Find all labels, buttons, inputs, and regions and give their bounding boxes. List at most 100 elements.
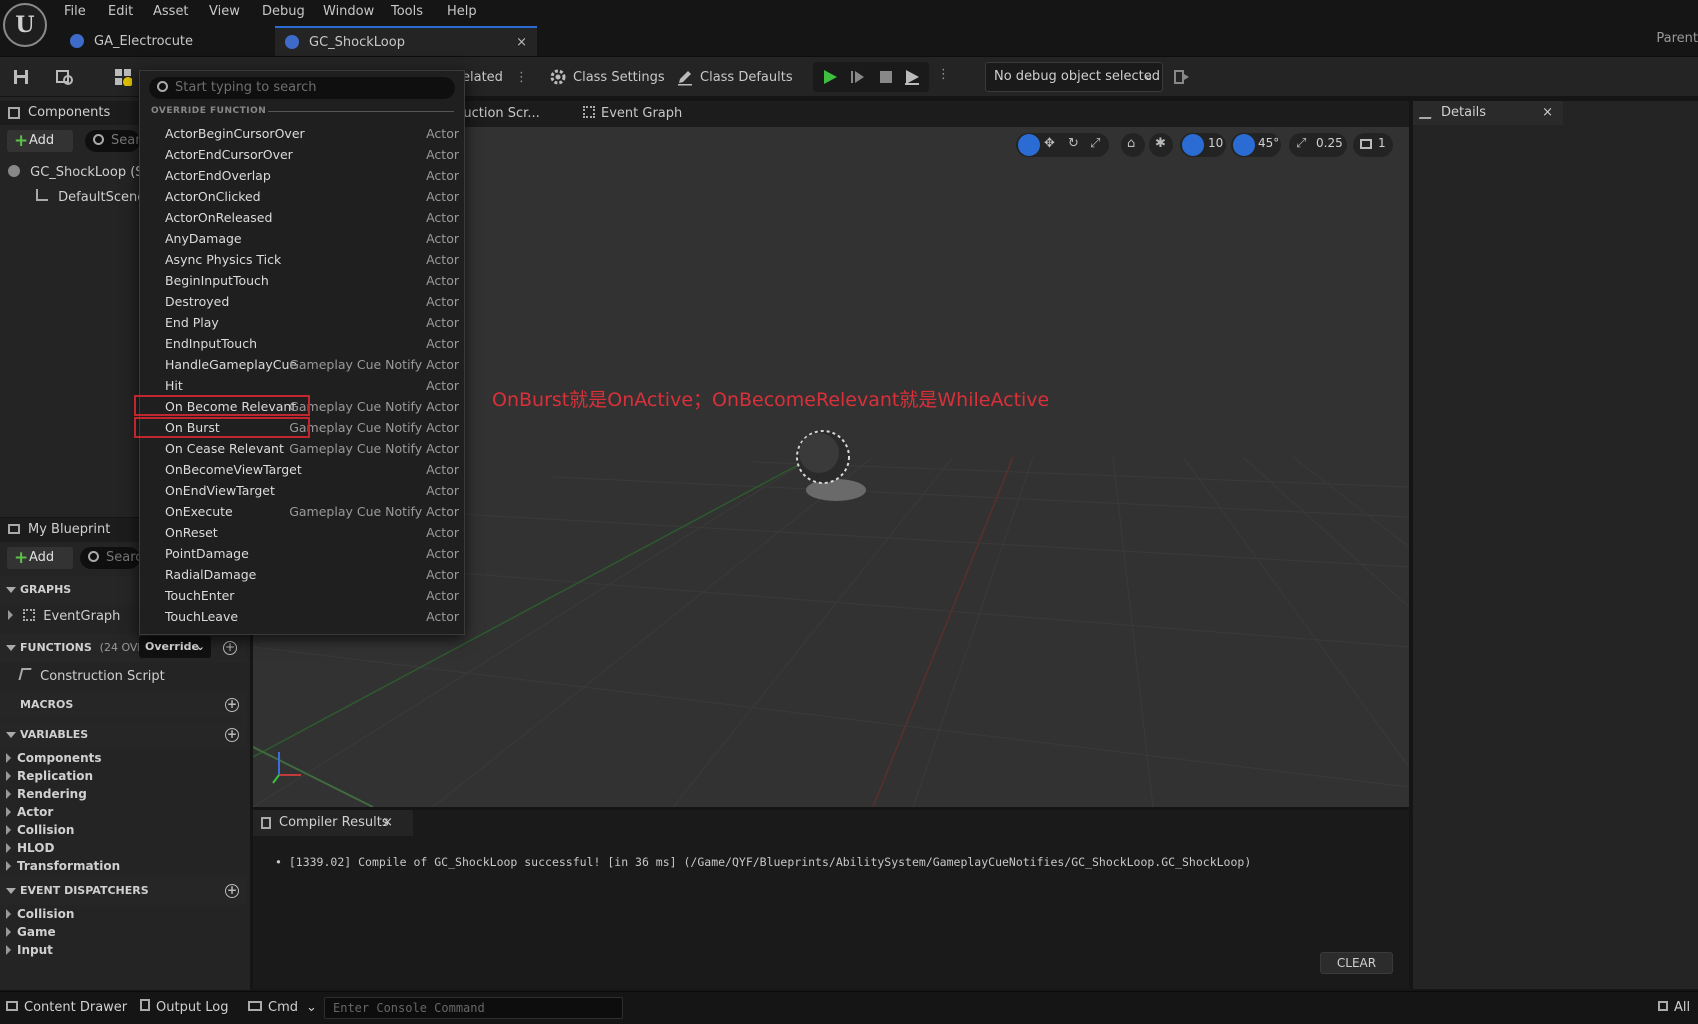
- override-function-item[interactable]: AnyDamage Actor: [140, 228, 464, 249]
- add-variable-icon[interactable]: +: [225, 728, 239, 742]
- menu-edit[interactable]: Edit: [108, 4, 133, 19]
- debug-filter-icon[interactable]: [1173, 68, 1191, 86]
- override-function-item[interactable]: TouchEnter Actor: [140, 585, 464, 606]
- override-function-item[interactable]: TouchLeave Actor: [140, 606, 464, 627]
- override-function-item[interactable]: OnEndViewTarget Actor: [140, 480, 464, 501]
- function-name: HandleGameplayCue: [165, 357, 298, 372]
- override-search-input[interactable]: Start typing to search: [149, 77, 455, 99]
- override-function-item[interactable]: EndInputTouch Actor: [140, 333, 464, 354]
- add-function-icon[interactable]: +: [223, 641, 237, 655]
- tab-construction-script[interactable]: ruction Scr...: [458, 106, 540, 121]
- more-options-icon[interactable]: ⋮: [515, 70, 528, 85]
- console-command-input[interactable]: Enter Console Command: [324, 997, 623, 1019]
- save-button[interactable]: [12, 63, 36, 91]
- cmd-dropdown[interactable]: Cmd ⌄: [248, 993, 317, 1022]
- select-mode-icon[interactable]: [1018, 134, 1040, 156]
- variable-category-rendering[interactable]: Rendering: [0, 785, 247, 803]
- menu-help[interactable]: Help: [447, 4, 477, 19]
- possess-icon[interactable]: [903, 68, 921, 86]
- debug-object-select[interactable]: No debug object selected ⌄: [985, 62, 1163, 92]
- close-icon[interactable]: ×: [1542, 101, 1553, 125]
- close-icon[interactable]: ×: [516, 35, 527, 50]
- details-tab[interactable]: Details ×: [1413, 101, 1563, 125]
- camera-speed-button[interactable]: 1: [1353, 133, 1393, 157]
- all-saved-button[interactable]: All S: [1658, 993, 1698, 1022]
- scale-icon[interactable]: ⤢: [1090, 136, 1100, 151]
- event-dispatchers-section-header[interactable]: EVENT DISPATCHERS +: [0, 877, 247, 905]
- function-category: Actor: [426, 147, 459, 162]
- tab-gc-shockloop[interactable]: GC_ShockLoop ×: [275, 26, 537, 56]
- override-function-item[interactable]: On Cease Relevant Gameplay Cue Notify Act…: [140, 438, 464, 459]
- component-child-item[interactable]: DefaultSceneR: [36, 189, 154, 205]
- rotate-icon[interactable]: ↻: [1068, 136, 1079, 151]
- add-macro-icon[interactable]: +: [225, 698, 239, 712]
- menu-tools[interactable]: Tools: [391, 4, 423, 19]
- my-blueprint-search-input[interactable]: Searc: [80, 547, 142, 569]
- components-search-input[interactable]: Sear: [85, 130, 141, 152]
- event-graph-item[interactable]: EventGraph: [8, 609, 120, 624]
- override-function-item[interactable]: Destroyed Actor: [140, 291, 464, 312]
- move-icon[interactable]: ✥: [1044, 136, 1055, 151]
- tab-ga-electrocute[interactable]: GA_Electrocute: [70, 26, 270, 56]
- find-related-button[interactable]: elated ⋮: [462, 63, 528, 91]
- menu-asset[interactable]: Asset: [153, 4, 189, 19]
- override-function-item[interactable]: End Play Actor: [140, 312, 464, 333]
- override-function-item[interactable]: ActorEndOverlap Actor: [140, 165, 464, 186]
- override-function-item[interactable]: OnReset Actor: [140, 522, 464, 543]
- override-function-item[interactable]: OnBecomeViewTarget Actor: [140, 459, 464, 480]
- functions-header-label: FUNCTIONS: [20, 641, 92, 654]
- variable-category-transformation[interactable]: Transformation: [0, 857, 247, 875]
- menu-debug[interactable]: Debug: [262, 4, 305, 19]
- override-function-item[interactable]: BeginInputTouch Actor: [140, 270, 464, 291]
- variable-category-components[interactable]: Components: [0, 749, 247, 767]
- override-function-item[interactable]: ActorEndCursorOver Actor: [140, 144, 464, 165]
- play-icon[interactable]: [821, 68, 839, 86]
- dispatcher-category-input[interactable]: Input: [0, 941, 247, 959]
- compiler-results-tab[interactable]: Compiler Results ×: [253, 810, 413, 836]
- close-icon[interactable]: ×: [382, 810, 393, 836]
- dispatcher-category-collision[interactable]: Collision: [0, 905, 247, 923]
- add-component-button[interactable]: + Add: [7, 130, 73, 152]
- grid-snap-button[interactable]: 10: [1180, 133, 1226, 157]
- menu-view[interactable]: View: [209, 4, 240, 19]
- macros-section-header[interactable]: MACROS +: [0, 691, 247, 719]
- menu-window[interactable]: Window: [323, 4, 374, 19]
- override-function-item[interactable]: ActorBeginCursorOver Actor: [140, 123, 464, 144]
- override-function-item[interactable]: Hit Actor: [140, 375, 464, 396]
- dispatcher-category-game[interactable]: Game: [0, 923, 247, 941]
- construction-script-item[interactable]: Construction Script: [18, 668, 165, 684]
- variable-category-replication[interactable]: Replication: [0, 767, 247, 785]
- clear-button[interactable]: CLEAR: [1320, 952, 1393, 974]
- override-function-item[interactable]: OnExecute Gameplay Cue Notify Actor: [140, 501, 464, 522]
- component-root-item[interactable]: GC_ShockLoop (Se: [8, 165, 152, 180]
- override-function-item[interactable]: PointDamage Actor: [140, 543, 464, 564]
- variable-category-collision[interactable]: Collision: [0, 821, 247, 839]
- stop-icon[interactable]: [877, 68, 895, 86]
- override-function-item[interactable]: ActorOnReleased Actor: [140, 207, 464, 228]
- add-dispatcher-icon[interactable]: +: [225, 884, 239, 898]
- rotation-snap-button[interactable]: 45°: [1231, 133, 1281, 157]
- variables-section-header[interactable]: VARIABLES +: [0, 721, 247, 749]
- scale-snap-button[interactable]: ⤢ 0.25: [1289, 133, 1347, 157]
- step-icon[interactable]: [849, 68, 867, 86]
- unreal-logo-icon[interactable]: U: [3, 3, 47, 47]
- override-function-item[interactable]: RadialDamage Actor: [140, 564, 464, 585]
- browse-button[interactable]: [56, 63, 80, 91]
- output-log-button[interactable]: Output Log: [140, 993, 229, 1022]
- menu-file[interactable]: File: [64, 4, 86, 19]
- content-drawer-button[interactable]: Content Drawer: [6, 993, 127, 1022]
- tab-event-graph[interactable]: Event Graph: [583, 106, 682, 121]
- compile-button[interactable]: [114, 63, 138, 91]
- override-function-item[interactable]: HandleGameplayCue Gameplay Cue Notify Act…: [140, 354, 464, 375]
- override-function-item[interactable]: ActorOnClicked Actor: [140, 186, 464, 207]
- class-settings-button[interactable]: Class Settings: [549, 63, 665, 91]
- variable-category-actor[interactable]: Actor: [0, 803, 247, 821]
- add-member-button[interactable]: + Add: [7, 547, 73, 569]
- class-defaults-button[interactable]: Class Defaults: [676, 63, 793, 91]
- surface-snap-button[interactable]: ⌂: [1121, 133, 1145, 157]
- variable-category-hlod[interactable]: HLOD: [0, 839, 247, 857]
- override-function-item[interactable]: Async Physics Tick Actor: [140, 249, 464, 270]
- play-options-icon[interactable]: ⋮: [937, 67, 950, 82]
- override-dropdown[interactable]: Override ⌄: [139, 636, 211, 658]
- world-local-button[interactable]: ✱: [1149, 133, 1173, 157]
